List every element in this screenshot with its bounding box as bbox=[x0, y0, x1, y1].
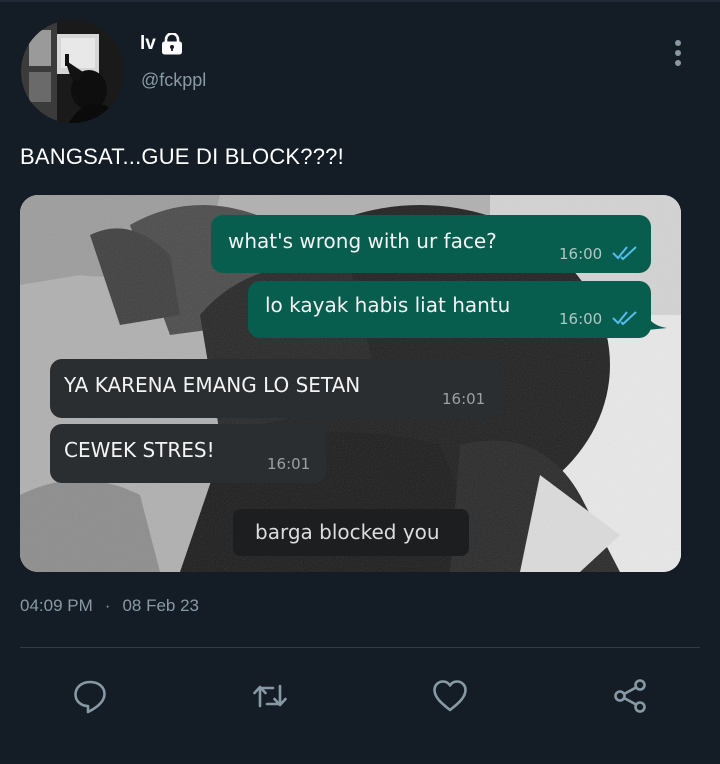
chat-message-incoming: YA KARENA EMANG LO SETAN 16:01 bbox=[50, 359, 501, 418]
message-time: 16:01 bbox=[267, 455, 311, 473]
tweet-time: 04:09 PM bbox=[20, 596, 93, 615]
read-receipt-icon bbox=[612, 311, 637, 326]
retweet-icon bbox=[253, 684, 287, 708]
system-notice-text: barga blocked you bbox=[255, 520, 440, 544]
chat-message-incoming: CEWEK STRES! 16:01 bbox=[50, 424, 326, 483]
message-text: lo kayak habis liat hantu bbox=[265, 293, 511, 317]
like-button[interactable] bbox=[428, 674, 472, 718]
lock-icon bbox=[160, 32, 184, 55]
share-icon bbox=[614, 679, 646, 713]
message-text: CEWEK STRES! bbox=[64, 438, 215, 462]
divider bbox=[20, 647, 700, 648]
top-border bbox=[0, 0, 720, 2]
bubble-tail bbox=[647, 316, 667, 330]
message-time: 16:00 bbox=[559, 310, 603, 328]
user-name-row[interactable]: lv bbox=[140, 32, 184, 55]
message-time: 16:00 bbox=[559, 245, 603, 263]
tweet-media[interactable]: what's wrong with ur face? 16:00 lo kaya… bbox=[20, 195, 681, 572]
message-text: what's wrong with ur face? bbox=[228, 229, 497, 253]
user-handle[interactable]: @fckppl bbox=[141, 70, 206, 91]
avatar[interactable] bbox=[21, 20, 124, 123]
share-button[interactable] bbox=[608, 674, 652, 718]
reply-icon bbox=[74, 680, 106, 714]
system-notice: barga blocked you bbox=[233, 509, 469, 556]
tweet-text: BANGSAT...GUE DI BLOCK???! bbox=[20, 144, 344, 169]
separator: · bbox=[104, 596, 111, 615]
chat-message-outgoing: lo kayak habis liat hantu 16:00 bbox=[248, 281, 651, 338]
heart-icon bbox=[433, 680, 467, 712]
more-options-icon[interactable] bbox=[668, 38, 688, 68]
chat-message-outgoing: what's wrong with ur face? 16:00 bbox=[211, 215, 651, 273]
avatar-image bbox=[21, 20, 124, 123]
message-text: YA KARENA EMANG LO SETAN bbox=[64, 373, 361, 397]
tweet-date: 08 Feb 23 bbox=[122, 596, 199, 615]
message-time: 16:01 bbox=[442, 390, 486, 408]
tweet-timestamp[interactable]: 04:09 PM · 08 Feb 23 bbox=[20, 596, 199, 616]
reply-button[interactable] bbox=[68, 674, 112, 718]
read-receipt-icon bbox=[612, 246, 637, 261]
user-name[interactable]: lv bbox=[140, 33, 156, 55]
retweet-button[interactable] bbox=[248, 674, 292, 718]
